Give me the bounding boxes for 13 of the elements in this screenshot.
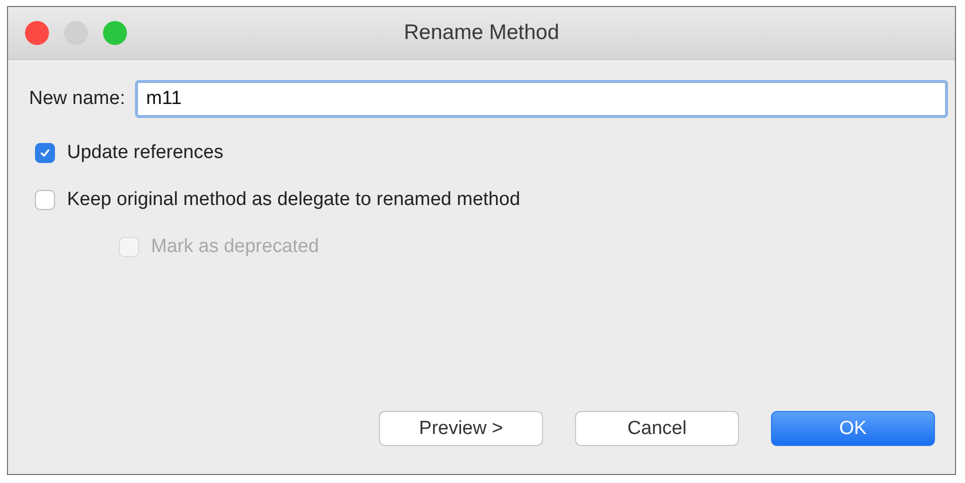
dialog-button[interactable]: Preview >: [379, 411, 543, 446]
close-button[interactable]: [25, 21, 49, 45]
window-title: Rename Method: [404, 21, 560, 45]
check-icon: [39, 147, 51, 159]
checkbox[interactable]: [35, 143, 55, 163]
checkbox-label: Mark as deprecated: [151, 236, 319, 258]
zoom-button[interactable]: [103, 21, 127, 45]
name-field[interactable]: m11: [135, 80, 948, 118]
checkbox-label: Update references: [67, 142, 224, 164]
checkbox[interactable]: [35, 190, 55, 210]
field-label: New name:: [29, 88, 126, 110]
checkbox-label: Keep original method as delegate to renamed method: [67, 189, 520, 211]
dialog-button[interactable]: Cancel: [575, 411, 739, 446]
